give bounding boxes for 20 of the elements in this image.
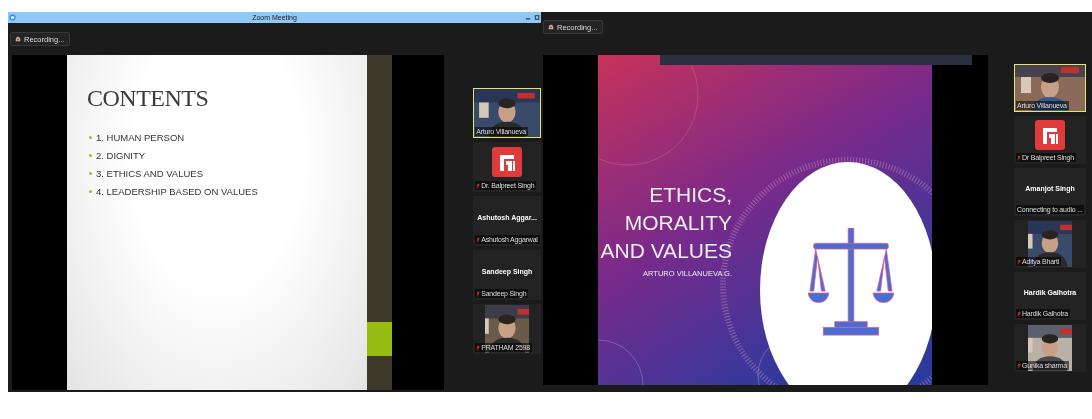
slide-list-item: 2. DIGNITY <box>96 150 146 161</box>
slide-title: MORALITY <box>624 210 732 236</box>
restore-icon[interactable] <box>534 14 541 21</box>
bullet-icon <box>89 190 92 193</box>
accent-block <box>367 322 392 356</box>
scales-icon <box>808 228 894 338</box>
recording-icon <box>548 24 554 30</box>
slide-list-item: 3. ETHICS AND VALUES <box>96 168 203 179</box>
slide-list-item: 4. LEADERSHIP BASED ON VALUES <box>96 186 258 197</box>
slide-title: AND VALUES <box>600 238 732 264</box>
bullet-icon <box>89 154 92 157</box>
slide-title: ETHICS, <box>649 182 732 208</box>
slide-title: CONTENTS <box>87 85 210 112</box>
slide-list-item: 1. HUMAN PERSON <box>96 132 185 143</box>
bullet-icon <box>89 172 92 175</box>
recording-icon <box>15 36 21 42</box>
bullet-icon <box>89 136 92 139</box>
logo-icon <box>1035 120 1065 150</box>
logo-icon <box>492 147 523 177</box>
app-icon <box>9 14 16 21</box>
